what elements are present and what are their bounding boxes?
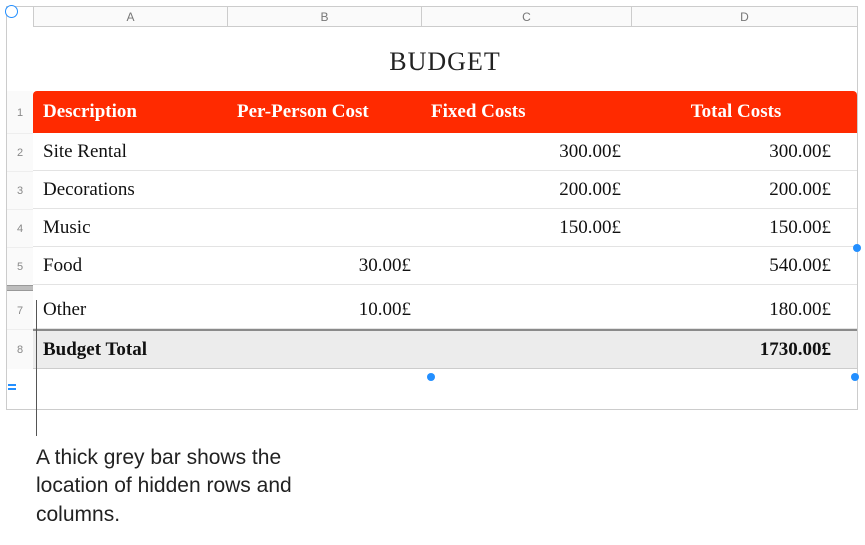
table-row[interactable]: Other 10.00£ 180.00£: [33, 291, 857, 329]
header-total[interactable]: Total Costs: [631, 101, 841, 123]
row-header-8[interactable]: 8: [7, 329, 33, 369]
col-header-c[interactable]: C: [421, 7, 631, 27]
cell-desc[interactable]: Music: [33, 217, 227, 239]
cell-fixed[interactable]: 150.00£: [421, 217, 631, 239]
cell-total[interactable]: 150.00£: [631, 217, 841, 239]
table-title[interactable]: BUDGET: [389, 47, 500, 77]
row-header-4[interactable]: 4: [7, 209, 33, 247]
cell-desc[interactable]: Site Rental: [33, 141, 227, 163]
header-fixed[interactable]: Fixed Costs: [421, 101, 631, 123]
cell-fixed[interactable]: 200.00£: [421, 179, 631, 201]
cell-total[interactable]: 540.00£: [631, 255, 841, 277]
spreadsheet-frame: A B C D 1 2 3 4 5 7 8 BUDGET Description…: [6, 6, 858, 410]
table-header-row[interactable]: Description Per-Person Cost Fixed Costs …: [33, 91, 857, 133]
table-row[interactable]: Site Rental 300.00£ 300.00£: [33, 133, 857, 171]
row-headers: 1 2 3 4 5 7 8: [7, 91, 33, 369]
column-headers: A B C D: [33, 7, 857, 27]
col-header-b[interactable]: B: [227, 7, 421, 27]
selection-handle[interactable]: [851, 373, 859, 381]
cell-per[interactable]: 30.00£: [227, 255, 421, 277]
callout-text: A thick grey bar shows the location of h…: [36, 444, 356, 529]
cell-desc[interactable]: Food: [33, 255, 227, 277]
selection-handle[interactable]: [853, 244, 861, 252]
table-handle-top-left[interactable]: [5, 5, 18, 18]
row-header-7[interactable]: 7: [7, 291, 33, 329]
selection-handle[interactable]: [427, 373, 435, 381]
row-header-2[interactable]: 2: [7, 133, 33, 171]
row-header-3[interactable]: 3: [7, 171, 33, 209]
cell-total[interactable]: 300.00£: [631, 141, 841, 163]
table-row[interactable]: Food 30.00£ 540.00£: [33, 247, 857, 285]
row-header-5[interactable]: 5: [7, 247, 33, 285]
cell-desc[interactable]: Decorations: [33, 179, 227, 201]
cell-per[interactable]: 10.00£: [227, 299, 421, 321]
table-row[interactable]: Decorations 200.00£ 200.00£: [33, 171, 857, 209]
header-description[interactable]: Description: [33, 101, 227, 123]
cell-desc[interactable]: Other: [33, 299, 227, 321]
cell-grand-total[interactable]: 1730.00£: [631, 339, 841, 361]
col-header-d[interactable]: D: [631, 7, 857, 27]
table-row[interactable]: Music 150.00£ 150.00£: [33, 209, 857, 247]
cell-total[interactable]: 180.00£: [631, 299, 841, 321]
table-total-row[interactable]: Budget Total 1730.00£: [33, 329, 857, 369]
add-row-handle[interactable]: [5, 379, 19, 393]
row-header-1[interactable]: 1: [7, 91, 33, 133]
header-per-person[interactable]: Per-Person Cost: [227, 101, 421, 123]
cell-total-label[interactable]: Budget Total: [33, 339, 227, 361]
cell-fixed[interactable]: 300.00£: [421, 141, 631, 163]
table-title-area: BUDGET: [33, 33, 857, 91]
table-body: Description Per-Person Cost Fixed Costs …: [33, 91, 857, 369]
col-header-a[interactable]: A: [33, 7, 227, 27]
callout-leader-line: [36, 300, 37, 436]
cell-total[interactable]: 200.00£: [631, 179, 841, 201]
